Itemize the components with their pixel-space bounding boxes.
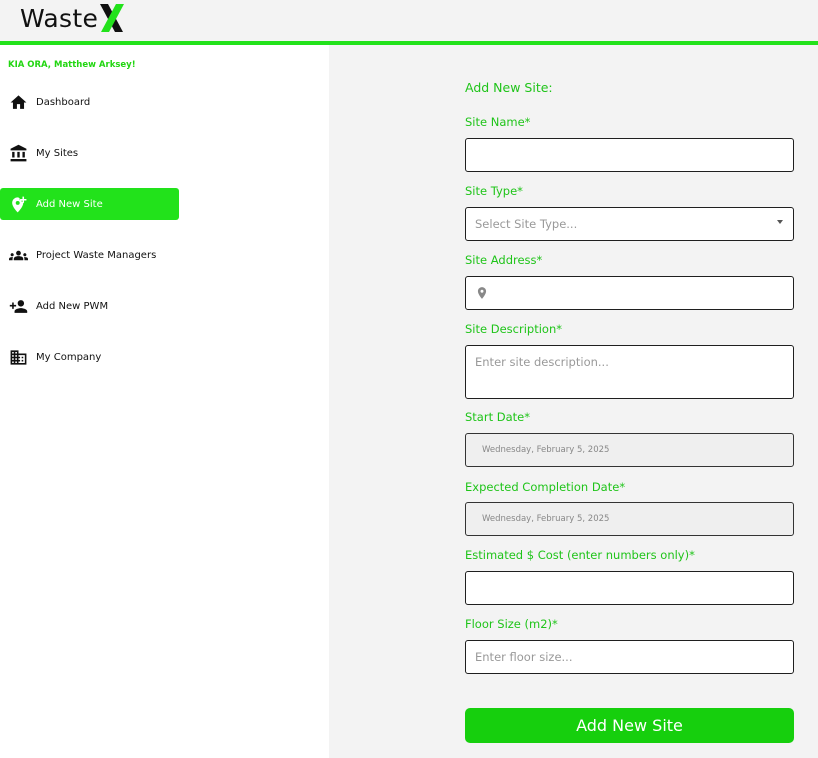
start-date-label: Start Date* — [465, 410, 530, 424]
building-icon — [8, 347, 28, 367]
floor-size-label: Floor Size (m2)* — [465, 617, 558, 631]
form-title: Add New Site: — [465, 80, 553, 95]
completion-date-input[interactable]: Wednesday, February 5, 2025 — [465, 502, 794, 536]
add-location-icon — [8, 194, 28, 214]
sidebar-item-label: Project Waste Managers — [36, 249, 157, 261]
site-type-select[interactable]: Select Site Type... — [465, 207, 794, 241]
sidebar-item-add-new-pwm[interactable]: Add New PWM — [0, 290, 179, 322]
site-description-placeholder: Enter site description... — [475, 355, 609, 369]
sidebar-item-label: My Sites — [36, 147, 79, 159]
sidebar-item-my-company[interactable]: My Company — [0, 341, 179, 373]
sidebar-item-label: Add New Site — [36, 198, 103, 210]
group-icon — [8, 245, 28, 265]
cost-input[interactable] — [465, 571, 794, 605]
site-name-label: Site Name* — [465, 115, 531, 129]
chevron-down-icon — [777, 220, 783, 224]
completion-date-label: Expected Completion Date* — [465, 480, 626, 494]
site-name-input[interactable] — [465, 138, 794, 172]
completion-date-value: Wednesday, February 5, 2025 — [482, 514, 610, 524]
logo-x-mark — [100, 4, 125, 32]
sidebar-item-add-new-site[interactable]: Add New Site — [0, 188, 179, 220]
top-bar: Waste — [0, 0, 818, 41]
sidebar-item-label: My Company — [36, 351, 102, 363]
sidebar-item-dashboard[interactable]: Dashboard — [0, 86, 179, 118]
floor-size-input[interactable]: Enter floor size... — [465, 640, 794, 674]
site-address-input[interactable] — [465, 276, 794, 310]
sidebar-item-label: Add New PWM — [36, 300, 109, 312]
wastex-logo[interactable]: Waste — [20, 2, 126, 34]
site-type-label: Site Type* — [465, 184, 523, 198]
cost-label: Estimated $ Cost (enter numbers only)* — [465, 548, 695, 562]
site-type-placeholder: Select Site Type... — [475, 217, 578, 231]
site-address-label: Site Address* — [465, 253, 543, 267]
sidebar-item-label: Dashboard — [36, 96, 91, 108]
sidebar: KIA ORA, Matthew Arksey! Dashboard My Si… — [0, 45, 329, 758]
floor-size-placeholder: Enter floor size... — [475, 650, 573, 664]
site-description-textarea[interactable]: Enter site description... — [465, 345, 794, 399]
add-new-site-button[interactable]: Add New Site — [465, 708, 794, 743]
home-icon — [8, 92, 28, 112]
logo-text: Waste — [20, 3, 99, 33]
start-date-input[interactable]: Wednesday, February 5, 2025 — [465, 433, 794, 467]
bank-icon — [8, 143, 28, 163]
sidebar-item-my-sites[interactable]: My Sites — [0, 137, 179, 169]
person-add-icon — [8, 296, 28, 316]
user-greeting: KIA ORA, Matthew Arksey! — [8, 60, 136, 70]
start-date-value: Wednesday, February 5, 2025 — [482, 445, 610, 455]
site-description-label: Site Description* — [465, 322, 562, 336]
location-pin-icon — [477, 287, 487, 299]
sidebar-item-project-waste-managers[interactable]: Project Waste Managers — [0, 239, 179, 271]
